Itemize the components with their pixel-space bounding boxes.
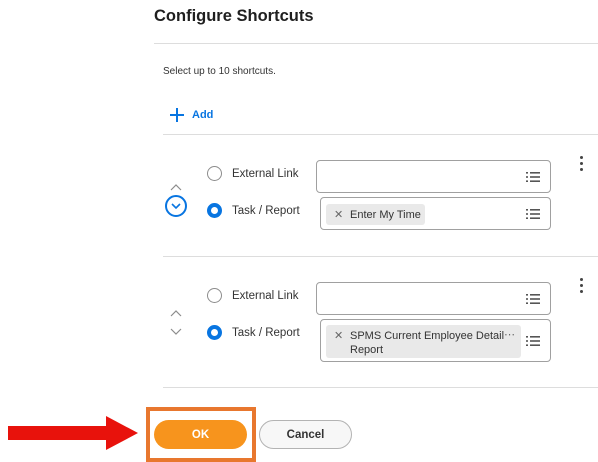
radio-task-report-2[interactable]: Task / Report: [207, 325, 300, 340]
list-icon[interactable]: [526, 171, 540, 183]
row-divider: [163, 134, 598, 135]
instructions-text: Select up to 10 shortcuts.: [163, 66, 276, 77]
radio-label: External Link: [232, 167, 299, 180]
plus-icon: [169, 107, 185, 123]
chip-label-line-1: SPMS Current Employee Detail: [350, 330, 505, 342]
pointer-arrow-icon: [8, 416, 138, 450]
move-up-icon[interactable]: [168, 181, 184, 193]
task-report-prompt[interactable]: ✕ SPMS Current Employee Detail Report ⋯: [320, 319, 551, 362]
row-options-icon[interactable]: [579, 156, 585, 174]
radio-button[interactable]: [207, 166, 222, 181]
cancel-button[interactable]: Cancel: [259, 420, 352, 449]
radio-task-report-1[interactable]: Task / Report: [207, 203, 300, 218]
external-link-input[interactable]: [316, 160, 551, 193]
external-link-input[interactable]: [316, 282, 551, 315]
chip-label: Enter My Time: [350, 209, 421, 221]
radio-external-link-2[interactable]: External Link: [207, 288, 298, 303]
move-down-icon[interactable]: [168, 326, 184, 338]
radio-button[interactable]: [207, 203, 222, 218]
remove-icon[interactable]: ✕: [334, 208, 343, 221]
move-up-icon[interactable]: [168, 307, 184, 319]
list-icon[interactable]: [526, 293, 540, 305]
row-divider: [163, 387, 598, 388]
move-down-button[interactable]: [165, 195, 187, 217]
selected-item-chip: ✕ Enter My Time: [326, 204, 425, 225]
radio-label: External Link: [232, 289, 299, 302]
ok-button[interactable]: OK: [154, 420, 247, 449]
page-title: Configure Shortcuts: [154, 7, 314, 25]
list-icon[interactable]: [526, 208, 540, 220]
remove-icon[interactable]: ✕: [334, 329, 343, 342]
more-icon[interactable]: ⋯: [504, 328, 515, 341]
row-options-icon[interactable]: [579, 278, 585, 296]
radio-button[interactable]: [207, 325, 222, 340]
chip-label-line-2: Report: [350, 344, 384, 356]
selected-item-chip: ✕ SPMS Current Employee Detail Report ⋯: [326, 325, 521, 358]
add-shortcut-button[interactable]: Add: [169, 107, 213, 123]
list-icon[interactable]: [526, 335, 540, 347]
radio-label: Task / Report: [232, 326, 300, 339]
task-report-prompt[interactable]: ✕ Enter My Time: [320, 197, 551, 230]
radio-button[interactable]: [207, 288, 222, 303]
radio-label: Task / Report: [232, 204, 300, 217]
chevron-down-icon: [171, 202, 181, 209]
radio-external-link-1[interactable]: External Link: [207, 166, 298, 181]
title-divider: [154, 43, 598, 44]
add-label: Add: [192, 109, 214, 121]
row-divider: [163, 256, 598, 257]
